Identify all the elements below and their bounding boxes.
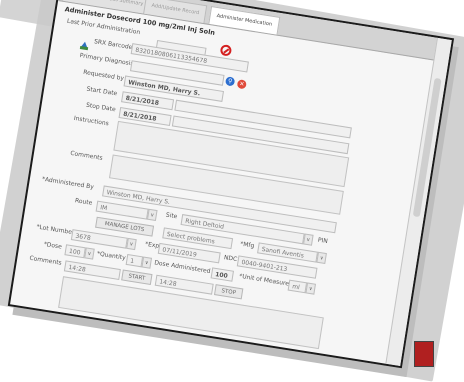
ndc-label: NDC: [223, 254, 238, 264]
unit-of-measure-field[interactable]: ml: [287, 279, 308, 294]
clear-icon[interactable]: ✕: [236, 79, 247, 90]
unit-of-measure-label: *Unit of Measure: [238, 272, 290, 288]
pin-label: PIN: [317, 236, 329, 246]
mfg-label: *Mfg: [239, 240, 255, 250]
route-label: Route: [74, 197, 93, 207]
requested-by-label: Requested by: [82, 68, 125, 83]
instructions-label: Instructions: [73, 114, 110, 128]
site-label: Site: [165, 211, 178, 221]
barcode-scan-icon[interactable]: [79, 35, 90, 51]
search-icon[interactable]: ⚲: [224, 76, 236, 87]
comments-label: Comments: [69, 149, 104, 162]
lot-number-dropdown-icon[interactable]: ∨: [126, 237, 137, 251]
quantity-dropdown-icon[interactable]: ∨: [141, 256, 153, 269]
primary-diagnosis-label: Primary Diagnosis: [79, 52, 134, 68]
exp-label: *Exp: [144, 240, 160, 250]
start-date-field[interactable]: 8/21/2018: [121, 91, 175, 111]
administered-by-label: *Administered By: [41, 175, 95, 191]
dose-field[interactable]: 100: [64, 244, 86, 259]
stop-date-label: Stop Date: [85, 101, 117, 114]
unit-dropdown-icon[interactable]: ∨: [305, 282, 316, 295]
corner-marker-icon: [414, 341, 434, 367]
srx-barcode-label: SRX Barcode: [93, 38, 133, 52]
quantity-field[interactable]: 1: [125, 253, 144, 268]
mfg-dropdown-icon[interactable]: ∨: [316, 251, 327, 265]
dose-administered-label: Dose Administered: [153, 259, 211, 276]
site-dropdown-icon[interactable]: ∨: [303, 233, 314, 246]
medication-window: Administered Meds Summary Add/Update Rec…: [7, 0, 455, 369]
no-entry-icon[interactable]: [219, 44, 233, 57]
dose-administered-field[interactable]: 100: [210, 267, 235, 282]
quantity-label: *Quantity: [96, 250, 127, 262]
start-button[interactable]: START: [121, 269, 153, 286]
stop-button[interactable]: STOP: [213, 284, 244, 300]
route-dropdown-icon[interactable]: ∨: [146, 208, 158, 222]
start-date-label: Start Date: [86, 85, 118, 98]
dose-dropdown-icon[interactable]: ∨: [84, 247, 95, 260]
dose-label: *Dose: [43, 240, 63, 251]
lot-number-label: *Lot Number: [35, 223, 75, 237]
route-select[interactable]: IM: [95, 200, 149, 220]
comments2-label: Comments: [28, 254, 63, 267]
administer-form: Administer Dosecord 100 mg/2ml Inj Soln …: [19, 5, 428, 359]
